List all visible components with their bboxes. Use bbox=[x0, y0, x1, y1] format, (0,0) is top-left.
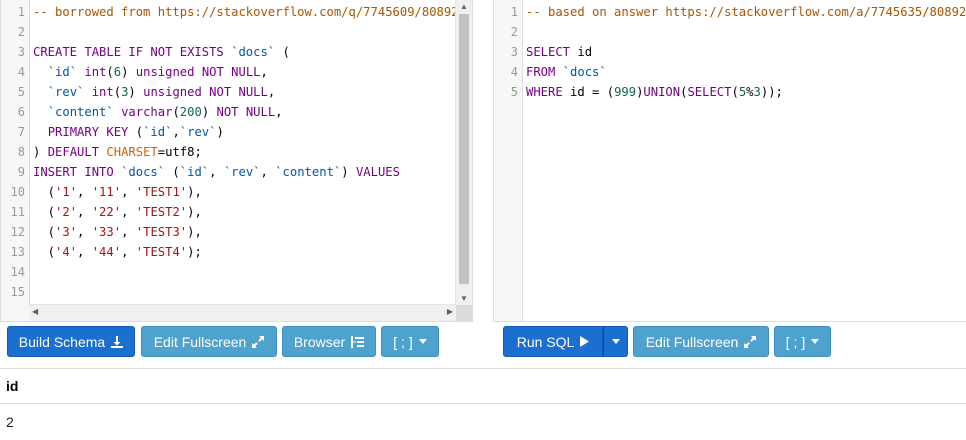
caret-down-icon bbox=[811, 339, 820, 344]
query-editor-gutter: 1 2 3 4 5 bbox=[494, 0, 523, 321]
line-number: 14 bbox=[10, 265, 25, 279]
tree-icon bbox=[351, 335, 365, 348]
query-editor[interactable]: 1 2 3 4 5 -- based on answer https://sta… bbox=[493, 0, 966, 322]
code-line[interactable]: ('2', '22', 'TEST2'), bbox=[33, 202, 202, 222]
horizontal-scrollbar[interactable]: ◀ ▶ bbox=[29, 304, 456, 321]
scroll-left-icon[interactable]: ◀ bbox=[32, 307, 38, 316]
edit-fullscreen-query-button[interactable]: Edit Fullscreen bbox=[633, 326, 769, 357]
code-line[interactable]: -- borrowed from https://stackoverflow.c… bbox=[33, 2, 466, 22]
line-number: 5 bbox=[510, 85, 518, 99]
run-sql-label: Run SQL bbox=[516, 333, 575, 350]
code-line[interactable]: `content` varchar(200) NOT NULL, bbox=[33, 102, 283, 122]
line-number: 12 bbox=[10, 225, 25, 239]
build-schema-label: Build Schema bbox=[18, 333, 106, 350]
play-icon bbox=[580, 336, 590, 347]
caret-down-icon bbox=[418, 339, 427, 344]
table-row: 2 bbox=[0, 404, 966, 440]
line-number: 3 bbox=[17, 45, 25, 59]
run-sql-button[interactable]: Run SQL bbox=[503, 326, 603, 357]
line-number: 6 bbox=[17, 105, 25, 119]
scroll-thumb[interactable] bbox=[459, 14, 469, 284]
browser-button[interactable]: Browser bbox=[282, 326, 376, 357]
code-line[interactable]: FROM `docs` bbox=[526, 62, 607, 82]
browser-label: Browser bbox=[293, 333, 346, 350]
schema-editor[interactable]: 1 2 3 4 5 6 7 8 9 10 11 12 13 14 15 -- b… bbox=[0, 0, 473, 322]
edit-fullscreen-schema-button[interactable]: Edit Fullscreen bbox=[141, 326, 277, 357]
line-number: 5 bbox=[17, 85, 25, 99]
edit-fullscreen-label: Edit Fullscreen bbox=[153, 333, 247, 350]
line-number: 7 bbox=[17, 125, 25, 139]
line-number: 3 bbox=[510, 45, 518, 59]
code-line[interactable]: `id` int(6) unsigned NOT NULL, bbox=[33, 62, 268, 82]
scroll-right-icon[interactable]: ▶ bbox=[447, 307, 453, 316]
delimiter-label: [ ; ] bbox=[393, 333, 413, 350]
line-number: 1 bbox=[510, 5, 518, 19]
code-line[interactable]: INSERT INTO `docs` (`id`, `rev`, `conten… bbox=[33, 162, 400, 182]
run-sql-dropdown-toggle[interactable] bbox=[603, 326, 628, 357]
code-line[interactable]: ('4', '44', 'TEST4'); bbox=[33, 242, 202, 262]
code-line[interactable]: ) DEFAULT CHARSET=utf8; bbox=[33, 142, 202, 162]
code-line[interactable]: CREATE TABLE IF NOT EXISTS `docs` ( bbox=[33, 42, 290, 62]
results-table: id 2 bbox=[0, 368, 966, 440]
line-number: 4 bbox=[510, 65, 518, 79]
line-number: 2 bbox=[510, 25, 518, 39]
expand-icon bbox=[252, 335, 265, 348]
line-number: 4 bbox=[17, 65, 25, 79]
download-icon bbox=[111, 335, 124, 348]
code-line[interactable]: `rev` int(3) unsigned NOT NULL, bbox=[33, 82, 276, 102]
line-number: 8 bbox=[17, 145, 25, 159]
delimiter-dropdown-left[interactable]: [ ; ] bbox=[381, 326, 439, 357]
line-number: 2 bbox=[17, 25, 25, 39]
column-header: id bbox=[6, 378, 19, 394]
code-line[interactable]: ('3', '33', 'TEST3'), bbox=[33, 222, 202, 242]
table-cell: 2 bbox=[6, 414, 14, 430]
code-line[interactable]: WHERE id = (999)UNION(SELECT(5%3)); bbox=[526, 82, 783, 102]
line-number: 10 bbox=[10, 185, 25, 199]
line-number: 9 bbox=[17, 165, 25, 179]
scrollbar-corner bbox=[456, 305, 472, 321]
code-line[interactable]: ('1', '11', 'TEST1'), bbox=[33, 182, 202, 202]
line-number: 1 bbox=[17, 5, 25, 19]
build-schema-button[interactable]: Build Schema bbox=[7, 326, 135, 357]
delimiter-dropdown-right[interactable]: [ ; ] bbox=[774, 326, 831, 357]
scroll-down-icon[interactable]: ▼ bbox=[456, 294, 472, 303]
delimiter-label: [ ; ] bbox=[785, 333, 806, 350]
code-line[interactable]: PRIMARY KEY (`id`,`rev`) bbox=[33, 122, 224, 142]
line-number: 13 bbox=[10, 245, 25, 259]
edit-fullscreen-label: Edit Fullscreen bbox=[645, 333, 739, 350]
caret-down-icon bbox=[611, 339, 620, 344]
line-number: 11 bbox=[10, 205, 25, 219]
results-header: id bbox=[0, 368, 966, 404]
code-line[interactable]: -- based on answer https://stackoverflow… bbox=[526, 2, 966, 22]
schema-editor-gutter: 1 2 3 4 5 6 7 8 9 10 11 12 13 14 15 bbox=[1, 0, 30, 321]
line-number: 15 bbox=[10, 285, 25, 299]
code-line[interactable]: SELECT id bbox=[526, 42, 592, 62]
vertical-scrollbar[interactable]: ▲ ▼ bbox=[455, 0, 472, 305]
scroll-up-icon[interactable]: ▲ bbox=[456, 2, 472, 11]
expand-icon bbox=[744, 335, 757, 348]
